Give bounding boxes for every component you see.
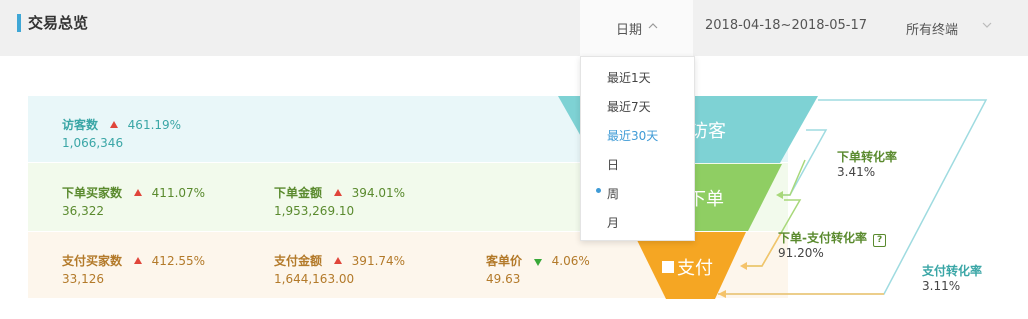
arrow-left-icon xyxy=(776,191,783,199)
pay-rate-value: 3.11% xyxy=(922,279,961,293)
pay-rate-label: 支付转化率 xyxy=(922,264,983,278)
order-pay-rate-text: 下单-支付转化率 xyxy=(778,231,867,245)
order-rate-value: 3.41% xyxy=(837,165,876,179)
order-rate-label: 下单转化率 xyxy=(837,150,898,164)
order-pay-rate-value: 91.20% xyxy=(778,246,824,260)
date-dropdown-menu: 最近1天 最近7天 最近30天 日 周 月 xyxy=(580,56,695,241)
dropdown-option-day[interactable]: 日 xyxy=(607,156,619,173)
dropdown-option-1day[interactable]: 最近1天 xyxy=(607,69,651,86)
funnel-stage-label: 访客 xyxy=(690,121,726,142)
help-icon[interactable]: ? xyxy=(873,234,887,247)
dropdown-option-week[interactable]: 周 xyxy=(607,185,619,202)
dropdown-option-month[interactable]: 月 xyxy=(607,214,619,231)
card-icon xyxy=(662,261,674,273)
arrow-left-icon xyxy=(740,262,747,270)
order-pay-rate-label: 下单-支付转化率 ? xyxy=(778,229,887,247)
funnel-stage-label: 支付 xyxy=(677,258,713,279)
dropdown-option-7days[interactable]: 最近7天 xyxy=(607,98,651,115)
selected-dot-icon xyxy=(596,188,601,193)
arrow-left-icon xyxy=(718,290,726,298)
dropdown-option-30days[interactable]: 最近30天 xyxy=(607,127,658,144)
